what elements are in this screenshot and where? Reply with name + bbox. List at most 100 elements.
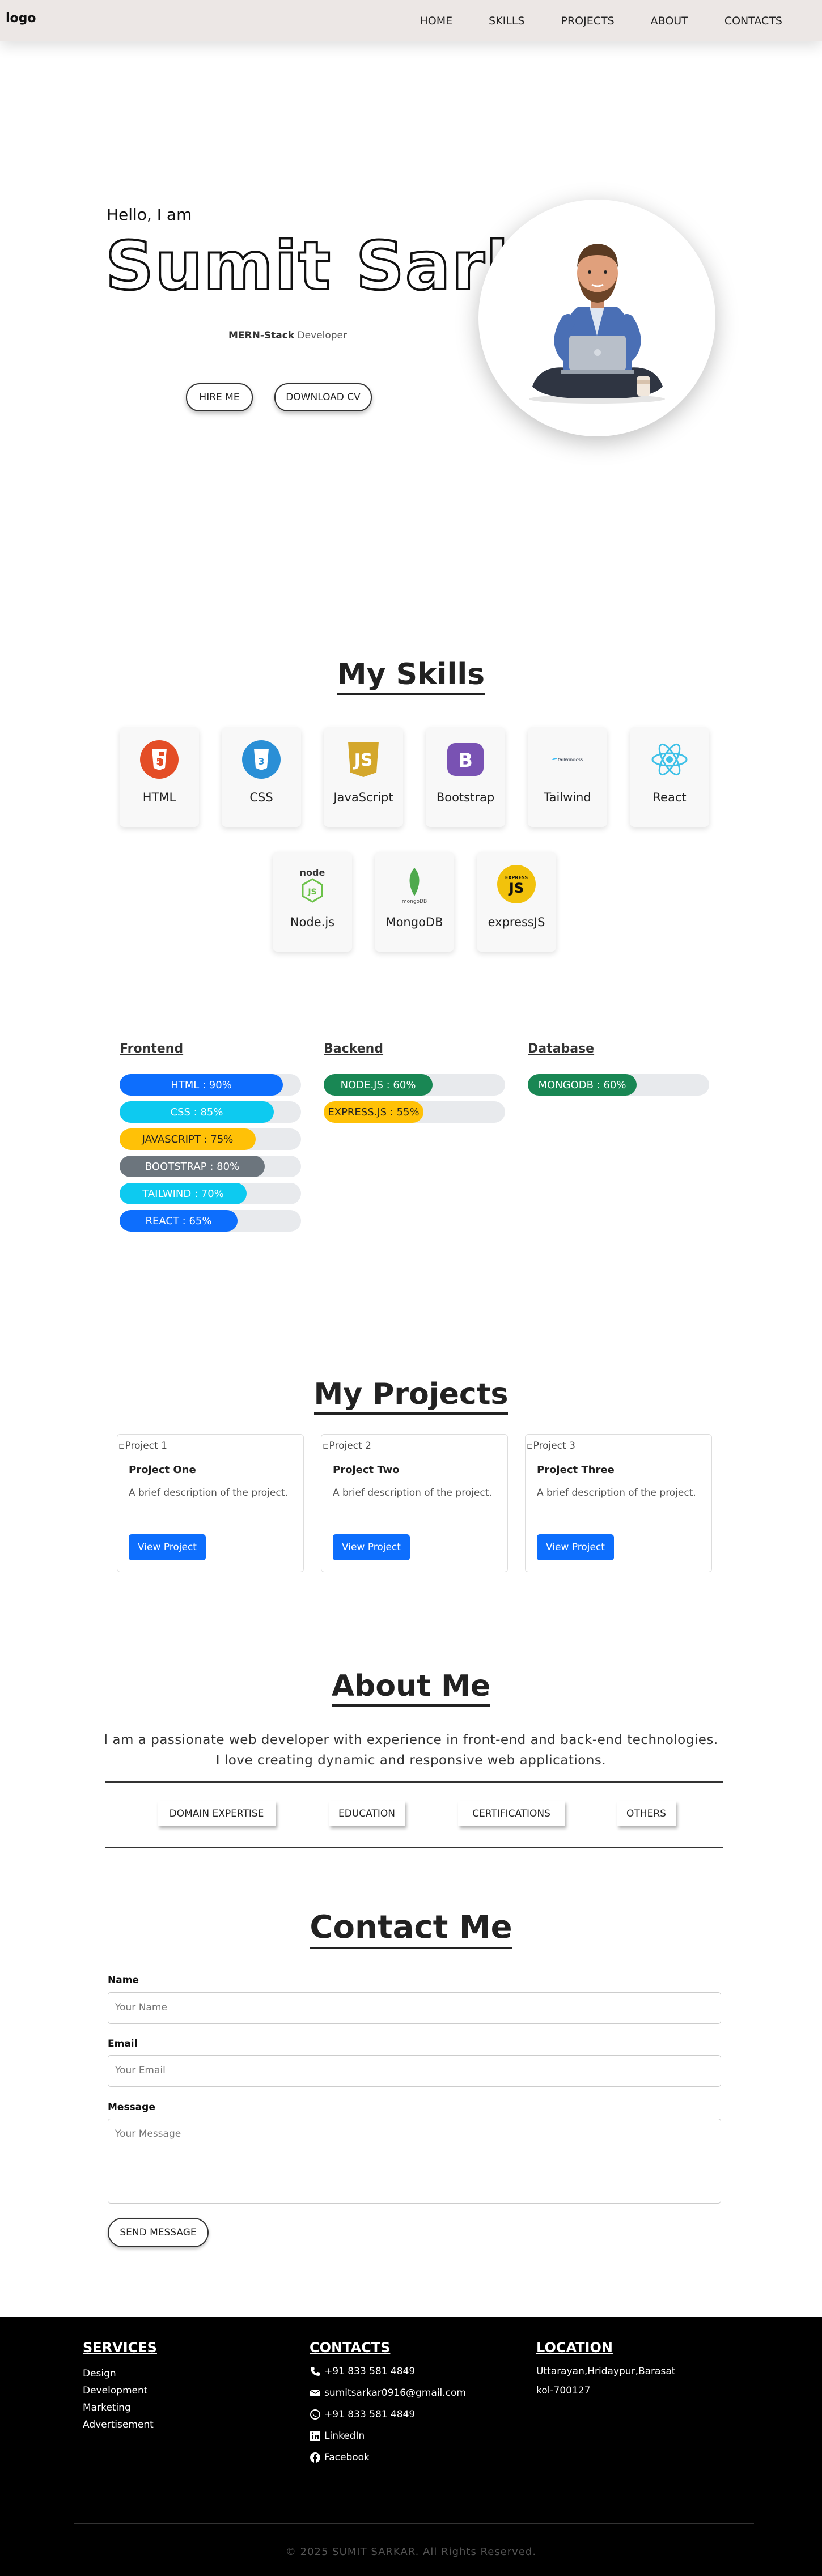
skill-card-bootstrap: B Bootstrap — [426, 727, 505, 827]
footer-linkedin[interactable]: LinkedIn — [310, 2430, 365, 2442]
skill-label: CSS — [249, 791, 273, 804]
footer-service-advertisement[interactable]: Advertisement — [83, 2419, 154, 2430]
phone-icon — [311, 2367, 320, 2376]
tab-education[interactable]: EDUCATION — [329, 1801, 405, 1826]
footer-whatsapp[interactable]: +91 833 581 4849 — [310, 2409, 415, 2420]
project-description: A brief description of the project. — [333, 1487, 492, 1499]
skill-label: Node.js — [290, 915, 335, 929]
svg-text:5: 5 — [156, 756, 162, 767]
css3-icon: 3 — [242, 740, 281, 779]
nodejs-icon: node JS — [300, 867, 325, 903]
footer-address-line1: Uttarayan,Hridaypur,Barasat — [536, 2366, 676, 2377]
tab-certifications[interactable]: CERTIFICATIONS — [458, 1801, 565, 1826]
skill-card-css: 3 CSS — [222, 727, 301, 827]
contact-title: Contact Me — [0, 1909, 822, 1949]
expressjs-icon: EXPRESSJS — [497, 865, 536, 903]
skill-bar-fill: NODE.JS : 60% — [324, 1074, 433, 1096]
envelope-icon — [310, 2390, 321, 2396]
nav-projects[interactable]: PROJECTS — [561, 15, 615, 27]
svg-text:JS: JS — [307, 888, 316, 897]
category-database: Database — [528, 1042, 595, 1056]
skills-title: My Skills — [0, 657, 822, 695]
projects-title: My Projects — [0, 1377, 822, 1415]
view-project-button[interactable]: View Project — [333, 1534, 410, 1560]
nav-home[interactable]: HOME — [420, 15, 453, 27]
svg-text:B: B — [458, 749, 473, 772]
project-image: ▫Project 2 — [323, 1440, 371, 1452]
skill-label: HTML — [142, 791, 176, 804]
skill-bar-track: JAVASCRIPT : 75% — [120, 1128, 301, 1150]
logo[interactable]: logo — [6, 11, 36, 26]
skill-card-tailwind: tailwindcss Tailwind — [528, 727, 607, 827]
broken-image-icon: ▫ — [527, 1440, 533, 1452]
about-divider-bottom — [105, 1847, 723, 1848]
footer-divider — [74, 2523, 754, 2524]
skill-bar-track: BOOTSTRAP : 80% — [120, 1156, 301, 1177]
skill-bar-track: EXPRESS.JS : 55% — [324, 1101, 505, 1123]
skill-label: Bootstrap — [436, 791, 495, 804]
skill-bar-track: NODE.JS : 60% — [324, 1074, 505, 1096]
view-project-button[interactable]: View Project — [537, 1534, 614, 1560]
skill-bar-track: MONGODB : 60% — [528, 1074, 709, 1096]
project-image: ▫Project 1 — [118, 1440, 167, 1452]
copyright: © 2025 SUMIT SARKAR. All Rights Reserved… — [285, 2546, 537, 2558]
skill-card-react: React — [630, 727, 709, 827]
skill-card-expressjs: EXPRESS JS expressJS — [477, 852, 556, 952]
svg-text:3: 3 — [258, 756, 264, 767]
skill-bar-fill: MONGODB : 60% — [528, 1074, 637, 1096]
hero-role-stack: MERN-Stack — [228, 330, 295, 341]
hire-me-button[interactable]: HIRE ME — [186, 383, 253, 411]
tab-domain-expertise[interactable]: DOMAIN EXPERTISE — [158, 1801, 276, 1826]
nav-contacts[interactable]: CONTACTS — [724, 15, 782, 27]
footer-service-design[interactable]: Design — [83, 2368, 116, 2379]
skill-label: MongoDB — [385, 915, 443, 929]
skill-bar-track: CSS : 85% — [120, 1101, 301, 1123]
skill-card-nodejs: node JS Node.js — [273, 852, 352, 952]
footer-contacts-title: CONTACTS — [310, 2340, 391, 2356]
footer-facebook[interactable]: Facebook — [310, 2452, 370, 2463]
send-message-button[interactable]: SEND MESSAGE — [108, 2218, 209, 2247]
skill-bar-fill: HTML : 90% — [120, 1074, 283, 1096]
nav-about[interactable]: ABOUT — [651, 15, 688, 27]
category-frontend: Frontend — [120, 1042, 184, 1056]
name-field[interactable]: Your Name — [108, 1992, 721, 2024]
skill-label: expressJS — [488, 915, 545, 929]
project-card: ▫Project 1 Project One A brief descripti… — [117, 1434, 304, 1572]
project-title: Project Two — [333, 1464, 400, 1476]
hero-role: MERN-Stack Developer — [228, 330, 347, 341]
svg-text:tailwindcss: tailwindcss — [558, 757, 583, 762]
name-label: Name — [108, 1975, 139, 1986]
message-field[interactable]: Your Message — [108, 2119, 721, 2204]
skill-card-javascript: JS JavaScript — [324, 727, 403, 827]
about-divider-top — [105, 1781, 723, 1783]
footer: SERVICES Design Development Marketing Ad… — [0, 2317, 822, 2576]
navbar: logo HOME SKILLS PROJECTS ABOUT CONTACTS — [0, 0, 822, 41]
tab-others[interactable]: OTHERS — [617, 1801, 676, 1826]
footer-service-development[interactable]: Development — [83, 2385, 147, 2396]
project-description: A brief description of the project. — [129, 1487, 288, 1499]
project-title: Project Three — [537, 1464, 615, 1476]
javascript-icon: JS — [348, 742, 379, 777]
project-card: ▫Project 3 Project Three A brief descrip… — [525, 1434, 712, 1572]
message-label: Message — [108, 2102, 155, 2113]
project-image: ▫Project 3 — [527, 1440, 575, 1452]
linkedin-icon — [310, 2431, 320, 2441]
footer-email[interactable]: sumitsarkar0916@gmail.com — [310, 2387, 466, 2399]
skill-bar-fill: EXPRESS.JS : 55% — [324, 1101, 423, 1123]
nav-skills[interactable]: SKILLS — [489, 15, 524, 27]
view-project-button[interactable]: View Project — [129, 1534, 206, 1560]
skill-label: React — [652, 791, 687, 804]
download-cv-button[interactable]: DOWNLOAD CV — [274, 383, 372, 411]
svg-text:JS: JS — [508, 880, 524, 896]
email-field[interactable]: Your Email — [108, 2055, 721, 2087]
skill-bar-fill: JAVASCRIPT : 75% — [120, 1128, 256, 1150]
skill-bar-track: TAILWIND : 70% — [120, 1183, 301, 1204]
skill-bar-fill: TAILWIND : 70% — [120, 1183, 247, 1204]
about-title: About Me — [0, 1669, 822, 1707]
facebook-icon — [310, 2452, 320, 2463]
footer-phone[interactable]: +91 833 581 4849 — [310, 2366, 415, 2377]
email-label: Email — [108, 2038, 138, 2049]
whatsapp-icon — [310, 2409, 320, 2420]
nav-menu: HOME SKILLS PROJECTS ABOUT CONTACTS — [384, 15, 783, 27]
footer-service-marketing[interactable]: Marketing — [83, 2402, 131, 2413]
